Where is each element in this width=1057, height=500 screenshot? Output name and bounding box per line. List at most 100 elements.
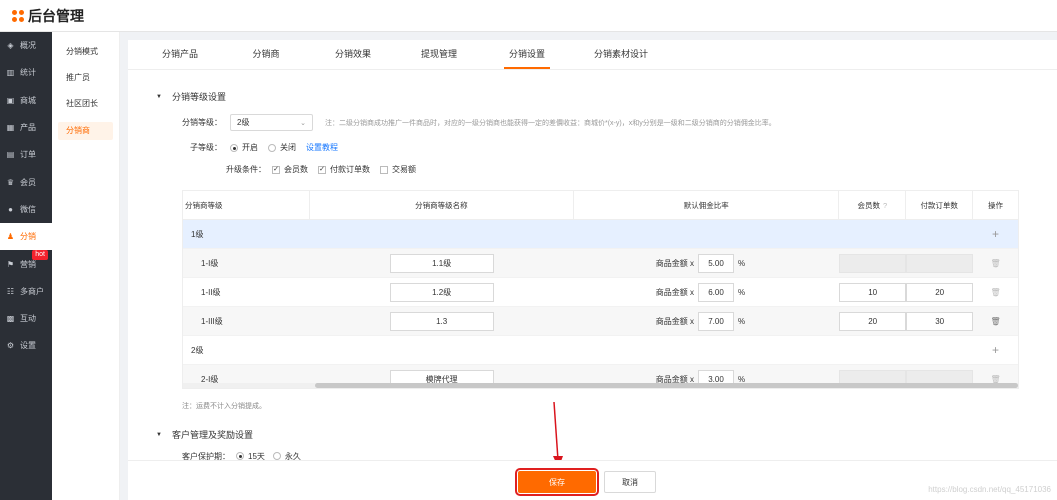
checkbox-orders-label: 付款订单数 [330, 165, 370, 174]
sidebar-item-order[interactable]: ▤ 订单 [0, 141, 52, 168]
sidebar-item-marketing[interactable]: ⚑ 营销 hot [0, 250, 52, 277]
logo-icon [12, 9, 24, 22]
sidebar-item-merchants[interactable]: ☷ 多商户 [0, 278, 52, 305]
trash-icon[interactable]: 🗑 [991, 288, 1001, 297]
row-level: 1-II级 [201, 287, 221, 297]
crown-icon: ♛ [6, 177, 15, 187]
subnav-item-distributor[interactable]: 分销商 [58, 122, 113, 140]
caret-down-icon: ▼ [156, 93, 162, 100]
condition-label: 升级条件： [226, 165, 266, 174]
scrollbar-thumb[interactable] [315, 383, 1018, 388]
rate-input[interactable]: 7.00 [698, 311, 735, 331]
sidebar-item-member[interactable]: ♛ 会员 [0, 168, 52, 195]
tab-withdraw[interactable]: 提现管理 [416, 47, 462, 69]
plus-icon[interactable]: + [992, 227, 999, 241]
th-members: 会员数? [839, 191, 907, 219]
dashboard-icon: ◈ [7, 41, 14, 51]
percent-sign: % [738, 287, 746, 297]
rate-input[interactable]: 5.00 [698, 253, 735, 273]
radio-forever-label: 永久 [284, 452, 301, 460]
save-button[interactable]: 保存 [515, 468, 599, 496]
protect-row: 客户保护期： 15天 永久 [182, 452, 301, 460]
hot-badge: hot [32, 250, 48, 261]
members-input[interactable]: 20 [839, 311, 907, 331]
sidebar-item-wechat[interactable]: ● 微信 [0, 196, 52, 223]
footer-bar: 保存 取消 https://blog.csdn.net/qq_45171036 [128, 460, 1057, 500]
trash-icon[interactable]: 🗑 [991, 259, 1001, 268]
radio-off[interactable] [268, 143, 276, 152]
checkbox-orders[interactable]: ✓ [318, 165, 326, 174]
radio-on[interactable] [230, 143, 238, 152]
plus-icon[interactable]: + [992, 343, 999, 357]
sidebar-item-label: 设置 [20, 341, 36, 351]
tab-bar: 分销产品 分销商 分销效果 提现管理 分销设置 分销素材设计 [128, 40, 1057, 70]
rate-input[interactable]: 6.00 [698, 282, 735, 302]
orders-input[interactable]: 30 [906, 311, 974, 331]
tab-products[interactable]: 分销产品 [152, 47, 208, 69]
user-icon: ♟ [6, 232, 15, 242]
table-row-group: 1级 + [183, 220, 1018, 249]
help-icon: ? [883, 200, 888, 210]
cancel-button[interactable]: 取消 [604, 471, 656, 493]
level-name-input[interactable]: 1.2级 [389, 282, 494, 302]
tutorial-link[interactable]: 设置教程 [306, 142, 338, 153]
sublevel-row: 子等级： 开启 关闭 设置教程 [190, 142, 338, 153]
orders-input[interactable]: 20 [906, 282, 974, 302]
th-level: 分销商等级 [183, 191, 310, 219]
order-icon: ▤ [6, 150, 15, 160]
tab-distributors[interactable]: 分销商 [248, 47, 284, 69]
chevron-down-icon: ⌄ [300, 119, 306, 127]
flag-icon: ⚑ [6, 259, 15, 269]
horizontal-scrollbar[interactable] [183, 383, 1018, 388]
shipping-note: 注：运费不计入分销提成。 [182, 403, 266, 410]
radio-forever[interactable] [272, 452, 281, 460]
grid-icon: ▦ [6, 123, 15, 133]
app-title: 后台管理 [28, 7, 84, 24]
level-name-input[interactable]: 1.3 [389, 311, 494, 331]
level-table: 分销商等级 分销商等级名称 默认佣金比率 会员数? 付款订单数 操作 1级 + … [182, 190, 1019, 389]
customer-section-header[interactable]: ▼ 客户管理及奖励设置 [156, 428, 253, 441]
gear-icon: ⚙ [6, 341, 15, 351]
sidebar-item-settings[interactable]: ⚙ 设置 [0, 332, 52, 359]
tab-settings[interactable]: 分销设置 [504, 47, 550, 69]
sidebar-item-overview[interactable]: ◈ 概况 [0, 32, 52, 59]
sidebar-item-interact[interactable]: ▩ 互动 [0, 305, 52, 332]
amount-label: 商品金额 x [655, 316, 695, 326]
sidebar-item-label: 会员 [20, 177, 36, 187]
trash-icon[interactable]: 🗑 [991, 317, 1001, 326]
checkbox-members[interactable]: ✓ [272, 165, 280, 174]
table-row: 1-I级 1.1级 商品金额 x 5.00 % 🗑 [183, 249, 1018, 278]
percent-sign: % [738, 258, 746, 268]
sidebar-item-product[interactable]: ▦ 产品 [0, 114, 52, 141]
th-orders: 付款订单数 [906, 191, 974, 219]
sidebar-item-stats[interactable]: ▥ 统计 [0, 59, 52, 86]
level-name-input[interactable]: 1.1级 [389, 253, 494, 273]
sidebar-item-label: 微信 [20, 204, 36, 214]
caret-down-icon: ▼ [156, 431, 162, 438]
th-name: 分销商等级名称 [310, 191, 575, 219]
subnav-item-community[interactable]: 社区团长 [58, 96, 113, 122]
level-hint: 注：二级分销商成功推广一件商品时，对应的一级分销商也能获得一定的差價收益：商城价… [325, 119, 776, 127]
amount-label: 商品金额 x [655, 287, 695, 297]
table-row: 1-III级 1.3 商品金额 x 7.00 % 20 30 🗑 [183, 307, 1018, 336]
tab-materials[interactable]: 分销素材设计 [586, 47, 656, 69]
subnav-item-promoter[interactable]: 推广员 [58, 70, 113, 96]
level-section-header[interactable]: ▼ 分销等级设置 [156, 90, 226, 103]
interact-icon: ▩ [6, 314, 15, 324]
section-title: 客户管理及奖励设置 [171, 430, 253, 440]
checkbox-amount[interactable] [380, 165, 388, 174]
radio-15-days[interactable] [236, 452, 244, 460]
sidebar-item-mall[interactable]: ▣ 商城 [0, 87, 52, 114]
chart-icon: ▥ [6, 68, 15, 78]
sidebar-item-distribution[interactable]: ♟ 分销 [0, 223, 52, 251]
row-level: 1-I级 [201, 258, 219, 268]
subnav-item-mode[interactable]: 分销模式 [58, 44, 113, 70]
table-row: 1-II级 1.2级 商品金额 x 6.00 % 10 20 🗑 [183, 278, 1018, 307]
sidebar-item-label: 统计 [20, 68, 36, 78]
tab-effect[interactable]: 分销效果 [330, 47, 376, 69]
th-members-label: 会员数 [857, 200, 881, 210]
radio-on-label: 开启 [242, 143, 258, 152]
level-select[interactable]: 2级 ⌄ [230, 114, 313, 131]
members-input[interactable]: 10 [839, 282, 907, 302]
condition-row: 升级条件： ✓ 会员数 ✓ 付款订单数 交易额 [226, 164, 416, 175]
